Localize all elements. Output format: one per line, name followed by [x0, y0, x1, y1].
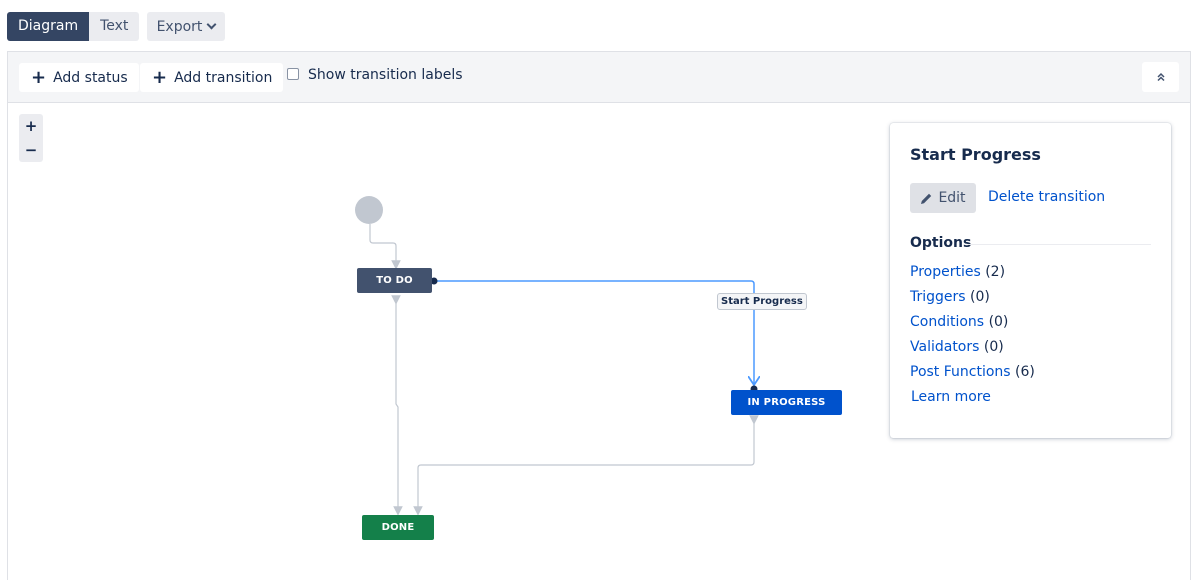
transition-details-panel: Start Progress Edit Delete transition Op… — [890, 123, 1171, 438]
properties-link[interactable]: Properties — [910, 264, 981, 280]
learn-more-link[interactable]: Learn more — [911, 389, 991, 405]
options-list: Properties (2) Triggers (0) Conditions (… — [910, 264, 1035, 389]
export-button[interactable]: Export — [147, 12, 225, 41]
triggers-count: (0) — [970, 289, 990, 305]
properties-count: (2) — [985, 264, 1006, 280]
pencil-icon — [921, 193, 932, 204]
options-heading: Options — [910, 235, 972, 251]
transition-progress-done[interactable] — [413, 415, 759, 516]
options-divider — [968, 244, 1151, 245]
option-conditions: Conditions (0) — [910, 314, 1035, 339]
transition-todo-done[interactable] — [391, 295, 403, 516]
post-functions-link[interactable]: Post Functions — [910, 364, 1011, 380]
triggers-link[interactable]: Triggers — [910, 289, 966, 305]
post-functions-count: (6) — [1015, 364, 1035, 380]
edit-label: Edit — [938, 190, 966, 206]
chevron-down-icon — [206, 19, 217, 30]
delete-transition-link[interactable]: Delete transition — [988, 189, 1105, 205]
validators-count: (0) — [983, 339, 1004, 355]
tab-text[interactable]: Text — [89, 12, 140, 41]
transition-start-progress[interactable] — [434, 280, 754, 385]
option-validators: Validators (0) — [910, 339, 1035, 364]
panel-title: Start Progress — [910, 145, 1041, 164]
workflow-designer: + Add status + Add transition Show trans… — [7, 51, 1191, 580]
option-triggers: Triggers (0) — [910, 289, 1035, 314]
edit-button[interactable]: Edit — [910, 183, 976, 213]
view-switcher: Diagram Text — [7, 12, 140, 41]
conditions-count: (0) — [988, 314, 1009, 330]
status-done[interactable]: DONE — [362, 515, 434, 540]
transition-create[interactable] — [369, 224, 401, 270]
option-properties: Properties (2) — [910, 264, 1035, 289]
status-todo[interactable]: TO DO — [357, 268, 432, 293]
option-post-functions: Post Functions (6) — [910, 364, 1035, 389]
transition-label[interactable]: Start Progress — [717, 293, 807, 310]
export-label: Export — [156, 18, 203, 35]
validators-link[interactable]: Validators — [910, 339, 979, 355]
status-in-progress[interactable]: IN PROGRESS — [731, 390, 842, 415]
conditions-link[interactable]: Conditions — [910, 314, 984, 330]
tab-diagram[interactable]: Diagram — [7, 12, 90, 41]
initial-state-circle — [355, 196, 383, 224]
